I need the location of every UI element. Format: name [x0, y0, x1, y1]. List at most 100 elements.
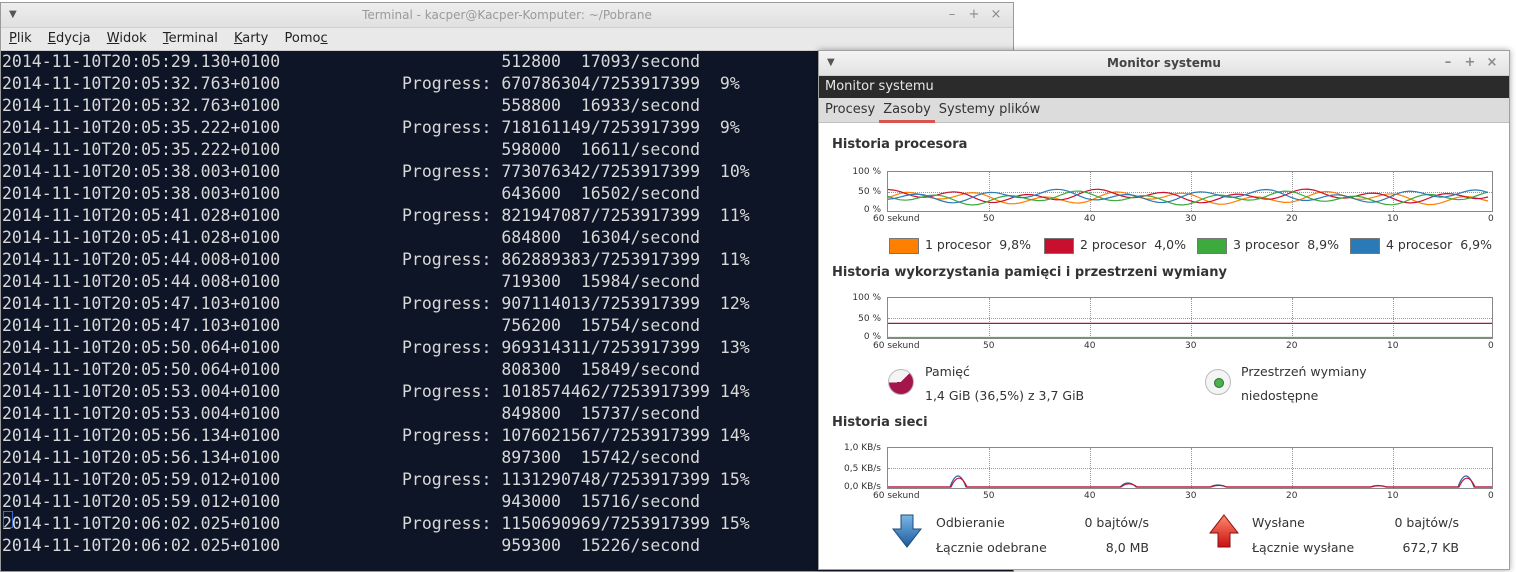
x-axis-label: 20	[1286, 341, 1298, 351]
x-axis-label: 30	[1185, 214, 1197, 224]
cpu2-color-swatch[interactable]	[1044, 237, 1074, 254]
log-timestamp: 2014-11-10T20:05:53.004+0100	[2, 404, 281, 423]
maximize-button[interactable]: +	[1459, 51, 1481, 75]
cpu2-trace	[888, 188, 1489, 204]
swap-pie-icon[interactable]	[1205, 369, 1231, 395]
window-menu-icon[interactable]: ▼	[827, 51, 835, 75]
cpu4-value: 6,9%	[1460, 237, 1492, 252]
network-history-graph	[887, 447, 1493, 489]
monitor-headerbar: Monitor systemu	[819, 76, 1509, 98]
log-message: 808300 15849/second	[402, 360, 701, 379]
cpu4-color-swatch[interactable]	[1350, 237, 1380, 254]
monitor-titlebar[interactable]: ▼ Monitor systemu – + ×	[819, 51, 1509, 76]
sent-label: Wysłane	[1252, 515, 1305, 530]
terminal-menubar: Plik Edycja Widok Terminal Karty Pomoc	[1, 28, 1013, 51]
mem-y-label: 50 %	[858, 314, 881, 324]
cpu3-color-swatch[interactable]	[1197, 237, 1227, 254]
cpu-y-label: 50 %	[858, 187, 881, 197]
minimize-button[interactable]: –	[1437, 51, 1459, 75]
receiving-label: Odbieranie	[936, 515, 1005, 530]
total-sent-label: Łącznie wysłane	[1252, 540, 1355, 555]
maximize-button[interactable]: +	[963, 3, 985, 27]
log-timestamp: 2014-11-10T20:05:41.028+0100	[2, 206, 281, 225]
net-y-label: 1,0 KB/s	[844, 443, 881, 453]
x-axis-label: 50	[983, 491, 995, 501]
log-timestamp: 2014-11-10T20:05:53.004+0100	[2, 382, 281, 401]
total-sent-value: 672,7 KB	[1402, 540, 1459, 555]
total-received-value: 8,0 MB	[1105, 540, 1149, 555]
memory-history-graph	[887, 297, 1493, 339]
legend-cpu1: 1 procesor 9,8%	[889, 236, 1031, 254]
x-axis-label: 0	[1488, 491, 1494, 501]
log-timestamp: 2014-11-10T20:05:29.130+0100	[2, 52, 281, 71]
log-timestamp: 2014-11-10T20:05:59.012+0100	[2, 492, 281, 511]
send-trace	[888, 477, 1492, 488]
net-y-label: 0,5 KB/s	[844, 464, 881, 474]
monitor-title: Monitor systemu	[1107, 56, 1221, 70]
menu-text: lik	[16, 31, 32, 46]
memory-pie-icon[interactable]	[888, 369, 914, 395]
total-received-label: Łącznie odebrane	[936, 540, 1047, 555]
cpu-history-title: Historia procesora	[832, 137, 968, 152]
graph-trace-layer	[888, 475, 1492, 488]
log-message: Progress: 1076021567/7253917399 14%	[402, 426, 750, 445]
menu-edycja[interactable]: Edycja	[48, 31, 91, 46]
swap-dot	[1214, 378, 1224, 388]
swap-label: Przestrzeń wymiany	[1241, 364, 1367, 379]
network-history-title: Historia sieci	[832, 415, 928, 430]
log-message: Progress: 718161149/7253917399 9%	[402, 118, 740, 137]
x-axis-label: 60 sekund	[873, 214, 920, 224]
log-message: 897300 15742/second	[402, 448, 701, 467]
legend-cpu3: 3 procesor 8,9%	[1197, 236, 1339, 254]
log-message: Progress: 907114013/7253917399 12%	[402, 294, 750, 313]
cpu1-value: 9,8%	[999, 237, 1031, 252]
terminal-cursor	[3, 511, 13, 528]
system-monitor-window: ▼ Monitor systemu – + × Monitor systemu Pr…	[818, 50, 1510, 570]
memory-history-title: Historia wykorzystania pamięci i przestr…	[832, 265, 1227, 280]
tab-zasoby[interactable]: Zasoby	[879, 99, 935, 123]
close-button[interactable]: ×	[1481, 51, 1503, 75]
receive-trace	[888, 475, 1492, 488]
log-timestamp: 2014-11-10T20:05:47.103+0100	[2, 316, 281, 335]
x-axis-label: 0	[1488, 214, 1494, 224]
log-message: 643600 16502/second	[402, 184, 701, 203]
close-button[interactable]: ×	[985, 3, 1007, 27]
log-message: 512800 17093/second	[402, 52, 701, 71]
log-message: 849800 15737/second	[402, 404, 701, 423]
swap-value: niedostępne	[1241, 388, 1319, 403]
cpu1-label: 1 procesor	[925, 237, 992, 252]
x-axis-label: 10	[1387, 491, 1399, 501]
menu-karty[interactable]: Karty	[234, 31, 268, 46]
window-menu-icon[interactable]: ▼	[9, 3, 17, 27]
tab-procesy[interactable]: Procesy	[821, 98, 879, 122]
log-message: Progress: 821947087/7253917399 11%	[402, 206, 750, 225]
x-axis-label: 40	[1084, 214, 1096, 224]
menu-terminal[interactable]: Terminal	[163, 31, 218, 46]
resources-panel: Historia procesora 100 % 50 % 0 % 1 proc…	[819, 123, 1509, 569]
terminal-titlebar[interactable]: ▼ Terminal - kacper@Kacper-Komputer: ~/P…	[1, 3, 1013, 28]
log-message: 684800 16304/second	[402, 228, 701, 247]
monitor-tabs: Procesy Zasoby Systemy plików	[819, 98, 1509, 123]
upload-arrow-icon[interactable]	[1208, 513, 1240, 549]
tab-systemy-plikow[interactable]: Systemy plików	[935, 98, 1044, 122]
log-message: Progress: 862889383/7253917399 11%	[402, 250, 750, 269]
log-timestamp: 2014-11-10T20:05:59.012+0100	[2, 470, 281, 489]
log-message: Progress: 1018574462/7253917399 14%	[402, 382, 750, 401]
log-timestamp: 2014-11-10T20:05:56.134+0100	[2, 426, 281, 445]
log-timestamp: 2014-11-10T20:05:35.222+0100	[2, 140, 281, 159]
cpu1-color-swatch[interactable]	[889, 237, 919, 254]
menu-plik[interactable]: Plik	[9, 31, 32, 46]
memory-label: Pamięć	[925, 364, 970, 379]
download-arrow-icon[interactable]	[891, 513, 923, 549]
menu-text: idok	[119, 31, 147, 46]
x-axis-label: 20	[1286, 491, 1298, 501]
terminal-title: Terminal - kacper@Kacper-Komputer: ~/Pob…	[362, 8, 652, 22]
menu-mnemonic: P	[9, 31, 17, 46]
cpu3-value: 8,9%	[1307, 237, 1339, 252]
minimize-button[interactable]: –	[941, 3, 963, 27]
menu-widok[interactable]: Widok	[107, 31, 147, 46]
menu-text: erminal	[168, 31, 218, 46]
menu-pomoc[interactable]: Pomoc	[285, 31, 328, 46]
menu-text: Pomo	[284, 31, 321, 46]
menu-mnemonic: W	[106, 31, 120, 46]
